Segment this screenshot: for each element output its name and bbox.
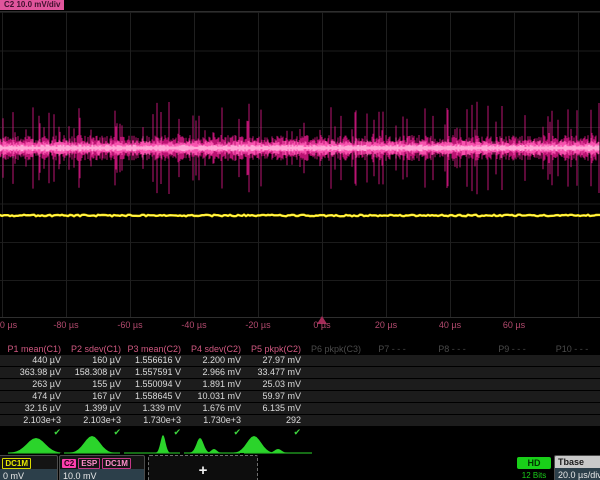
- measure-header-unused[interactable]: P8 - - -: [423, 343, 483, 355]
- channel-c1-descriptor[interactable]: DC1M 0 mV: [0, 455, 58, 480]
- hd-badge: HD: [517, 457, 551, 469]
- measure-value-row: 363.98 µV158.308 µV1.557591 V2.966 mV33.…: [0, 367, 600, 379]
- timebase-descriptor[interactable]: Tbase 20.0 µs/div: [554, 455, 600, 480]
- measure-header-unused[interactable]: P9 - - -: [483, 343, 543, 355]
- measure-cell[interactable]: 1.676 mV: [183, 403, 243, 414]
- descriptor-bar: DC1M 0 mV C2 ESP DC1M 10.0 mV + HD 12 Bi…: [0, 455, 600, 480]
- measure-cell[interactable]: 59.97 mV: [243, 391, 303, 402]
- measure-header[interactable]: P2 sdev(C1): [63, 343, 123, 355]
- c2-coupling-badge: DC1M: [102, 458, 131, 469]
- measure-value-row: 474 µV167 µV1.558645 V10.031 mV59.97 mV: [0, 391, 600, 403]
- time-axis-label: 60 µs: [503, 320, 525, 330]
- c2-scale-value: 10.0 mV: [60, 469, 144, 480]
- hd-bits-label: 12 Bits: [517, 471, 551, 480]
- time-axis-label: 20 µs: [375, 320, 397, 330]
- measure-cell[interactable]: 2.103e+3: [3, 415, 63, 426]
- timebase-title: Tbase: [555, 456, 600, 468]
- measure-cell[interactable]: 440 µV: [3, 355, 63, 366]
- measure-cell[interactable]: 6.135 mV: [243, 403, 303, 414]
- measure-cell[interactable]: 474 µV: [3, 391, 63, 402]
- measure-cell[interactable]: 1.730e+3: [123, 415, 183, 426]
- measure-header[interactable]: P1 mean(C1): [3, 343, 63, 355]
- measure-header-unused[interactable]: P6 pkpk(C3): [303, 343, 363, 355]
- measure-cell[interactable]: 1.550094 V: [123, 379, 183, 390]
- c2-descriptor-title: C2 ESP DC1M: [60, 456, 144, 469]
- histicon-peak: [234, 436, 274, 453]
- measure-header-row: P1 mean(C1)P2 sdev(C1)P3 mean(C2)P4 sdev…: [0, 343, 600, 355]
- measure-cell[interactable]: 1.557591 V: [123, 367, 183, 378]
- waveform-grid[interactable]: [0, 11, 600, 318]
- time-axis-label: -80 µs: [53, 320, 78, 330]
- measure-cell[interactable]: 2.200 mV: [183, 355, 243, 366]
- add-trace-button[interactable]: +: [148, 455, 258, 480]
- histicon-peak: [10, 438, 62, 453]
- timebase-value: 20.0 µs/div: [555, 468, 600, 480]
- oscilloscope-screen: C2 10.0 mV/div -100 µs -80 µs -60 µs -40 µs…: [0, 0, 600, 480]
- waveform-traces: [0, 12, 600, 319]
- time-axis-label: 0 µs: [313, 320, 330, 330]
- c2-label-badge: C2: [62, 459, 76, 468]
- trace-annotation-badge: C2 10.0 mV/div: [0, 0, 64, 10]
- measure-cell[interactable]: 1.558645 V: [123, 391, 183, 402]
- measure-cell[interactable]: 10.031 mV: [183, 391, 243, 402]
- c1-coupling-badge: DC1M: [2, 458, 31, 469]
- measure-cell[interactable]: 167 µV: [63, 391, 123, 402]
- measure-header-unused[interactable]: P7 - - -: [363, 343, 423, 355]
- time-axis-label: -60 µs: [117, 320, 142, 330]
- measure-value-row: 2.103e+32.103e+31.730e+31.730e+3292: [0, 415, 600, 427]
- measure-cell[interactable]: 32.16 µV: [3, 403, 63, 414]
- time-axis-label: 40 µs: [439, 320, 461, 330]
- time-axis-label: -20 µs: [245, 320, 270, 330]
- measure-cell[interactable]: 263 µV: [3, 379, 63, 390]
- measure-header-unused[interactable]: P10 - - -: [543, 343, 600, 355]
- measure-cell[interactable]: 1.730e+3: [183, 415, 243, 426]
- c1-descriptor-title: DC1M: [0, 456, 57, 469]
- measure-cell[interactable]: 25.03 mV: [243, 379, 303, 390]
- measurement-table: P1 mean(C1)P2 sdev(C1)P3 mean(C2)P4 sdev…: [0, 343, 600, 438]
- c1-scale-value: 0 mV: [0, 469, 57, 480]
- plus-icon: +: [199, 463, 208, 478]
- measure-cell[interactable]: 1.339 mV: [123, 403, 183, 414]
- histicon-peak: [190, 438, 210, 453]
- time-axis-label: -40 µs: [181, 320, 206, 330]
- measure-cell[interactable]: 158.308 µV: [63, 367, 123, 378]
- histicon-peak: [156, 435, 170, 453]
- measure-header[interactable]: P5 pkpk(C2): [243, 343, 303, 355]
- measure-cell[interactable]: 160 µV: [63, 355, 123, 366]
- histicon-peak: [70, 436, 114, 453]
- histicon-strip: [0, 432, 600, 456]
- measure-header[interactable]: P3 mean(C2): [123, 343, 183, 355]
- time-axis: -100 µs -80 µs -60 µs -40 µs -20 µs 0 µs 20 µs…: [0, 320, 600, 332]
- measure-header[interactable]: P4 sdev(C2): [183, 343, 243, 355]
- measure-value-row: 32.16 µV1.399 µV1.339 mV1.676 mV6.135 mV: [0, 403, 600, 415]
- measure-cell[interactable]: 1.399 µV: [63, 403, 123, 414]
- measure-value-row: 440 µV160 µV1.556616 V2.200 mV27.97 mV: [0, 355, 600, 367]
- measure-cell[interactable]: 2.103e+3: [63, 415, 123, 426]
- measure-cell[interactable]: 27.97 mV: [243, 355, 303, 366]
- c2-filter-badge: ESP: [78, 458, 100, 469]
- measure-cell[interactable]: 292: [243, 415, 303, 426]
- channel-c2-descriptor[interactable]: C2 ESP DC1M 10.0 mV: [59, 455, 145, 480]
- measure-cell[interactable]: 155 µV: [63, 379, 123, 390]
- measure-cell[interactable]: 2.966 mV: [183, 367, 243, 378]
- measure-cell[interactable]: 1.556616 V: [123, 355, 183, 366]
- measure-cell[interactable]: 1.891 mV: [183, 379, 243, 390]
- measure-cell[interactable]: 363.98 µV: [3, 367, 63, 378]
- measure-cell[interactable]: 33.477 mV: [243, 367, 303, 378]
- time-axis-label: -100 µs: [0, 320, 17, 330]
- measure-value-row: 263 µV155 µV1.550094 V1.891 mV25.03 mV: [0, 379, 600, 391]
